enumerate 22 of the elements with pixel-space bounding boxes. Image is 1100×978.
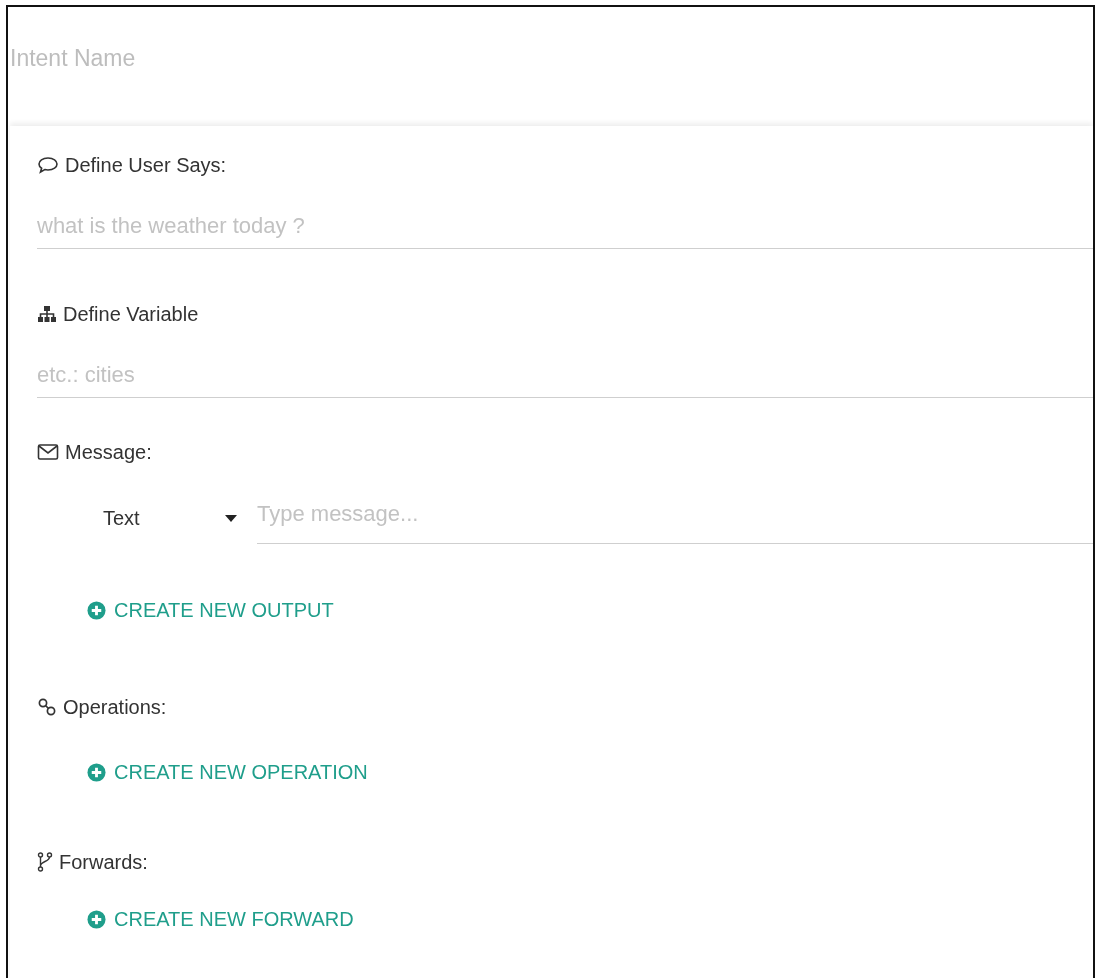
envelope-icon (37, 443, 59, 461)
link-icon (37, 697, 57, 717)
create-button[interactable]: CREATE NEW OPERATION (87, 754, 368, 790)
sitemap-icon (37, 305, 57, 323)
text-field[interactable]: etc.: cities (37, 348, 1093, 398)
text-field[interactable]: what is the weather today ? (37, 199, 1093, 249)
type-dropdown[interactable]: Text (87, 507, 257, 544)
speech-bubble-icon (37, 156, 59, 174)
section-label: Operations: (63, 695, 167, 719)
create-button[interactable]: CREATE NEW FORWARD (87, 901, 354, 937)
plus-circle-icon (87, 762, 106, 782)
section-label: Message: (65, 440, 152, 464)
section-label: Define Variable (63, 302, 199, 326)
plus-circle-icon (87, 600, 106, 620)
section-label: Forwards: (59, 850, 148, 874)
message-field[interactable]: Type message... (257, 494, 1093, 544)
branch-icon (37, 852, 53, 872)
intent-name-field[interactable]: Intent Name (10, 45, 410, 72)
plus-circle-icon (87, 909, 106, 929)
create-output-button[interactable]: CREATE NEW OUTPUT (87, 592, 334, 628)
caret-icon (225, 515, 237, 522)
section-label: Define User Says: (65, 153, 227, 177)
